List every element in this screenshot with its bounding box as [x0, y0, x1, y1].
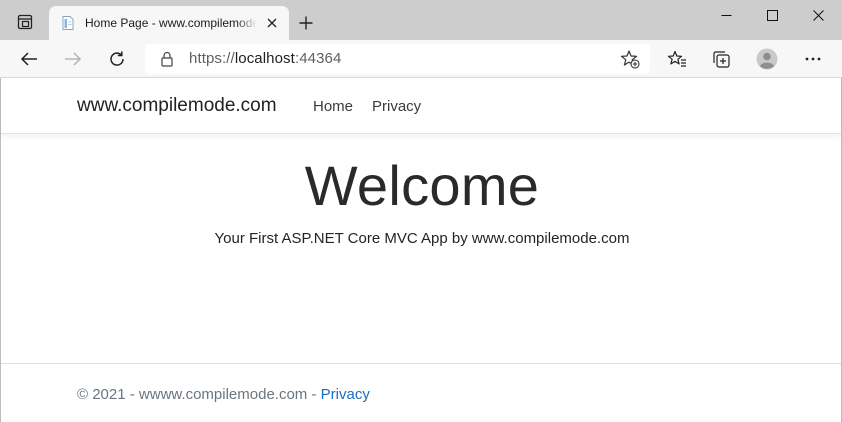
favorites-button[interactable]: [661, 43, 693, 75]
more-button[interactable]: [797, 43, 829, 75]
site-brand-link[interactable]: www.compilemode.com: [77, 95, 277, 117]
url-scheme: https://: [189, 50, 235, 67]
close-window-button[interactable]: [795, 0, 841, 30]
maximize-button[interactable]: [749, 0, 795, 30]
browser-tab-active[interactable]: Home Page - www.compilemode.com: [49, 6, 289, 40]
collections-button[interactable]: [705, 43, 737, 75]
profile-icon: [756, 48, 778, 70]
more-icon: [805, 57, 821, 61]
lock-icon[interactable]: [159, 51, 175, 67]
back-arrow-icon: [20, 52, 37, 66]
refresh-button[interactable]: [101, 43, 133, 75]
favorites-icon: [667, 50, 686, 67]
new-tab-icon: [299, 16, 313, 30]
site-footer: © 2021 - wwww.compilemode.com - Privacy: [1, 363, 841, 422]
forward-arrow-icon: [65, 52, 82, 66]
url-host: localhost: [234, 50, 295, 67]
close-window-icon: [812, 9, 824, 21]
address-bar[interactable]: https://localhost:44364: [145, 44, 650, 74]
tab-actions-icon: [17, 14, 33, 30]
browser-title-bar: Home Page - www.compilemode.com: [0, 0, 842, 40]
browser-toolbar: https://localhost:44364: [0, 40, 842, 78]
refresh-icon: [110, 51, 124, 66]
welcome-subtitle: Your First ASP.NET Core MVC App by www.c…: [214, 230, 630, 247]
profile-button[interactable]: [751, 43, 783, 75]
minimize-icon: [721, 14, 731, 16]
tab-actions-button[interactable]: [10, 8, 40, 36]
nav-link-privacy[interactable]: Privacy: [372, 98, 421, 115]
web-page: www.compilemode.com Home Privacy Welcome…: [0, 78, 842, 422]
welcome-heading: Welcome: [304, 154, 540, 217]
minimize-button[interactable]: [703, 0, 749, 30]
url-text[interactable]: https://localhost:44364: [189, 50, 341, 67]
footer-privacy-link[interactable]: Privacy: [321, 386, 370, 403]
new-tab-button[interactable]: [292, 9, 320, 37]
add-favorite-icon[interactable]: [620, 49, 640, 69]
footer-text: © 2021 - wwww.compilemode.com - Privacy: [77, 386, 370, 403]
collections-icon: [713, 51, 730, 68]
page-favicon-icon: [60, 15, 76, 31]
forward-button[interactable]: [57, 43, 89, 75]
nav-link-home[interactable]: Home: [313, 98, 353, 115]
maximize-icon: [766, 9, 778, 21]
site-navbar: www.compilemode.com Home Privacy: [1, 78, 841, 134]
close-tab-icon[interactable]: [264, 15, 280, 31]
tab-title: Home Page - www.compilemode.com: [85, 16, 257, 30]
back-button[interactable]: [13, 43, 45, 75]
footer-copyright: © 2021 - wwww.compilemode.com -: [77, 386, 321, 403]
url-port: :44364: [294, 50, 342, 67]
